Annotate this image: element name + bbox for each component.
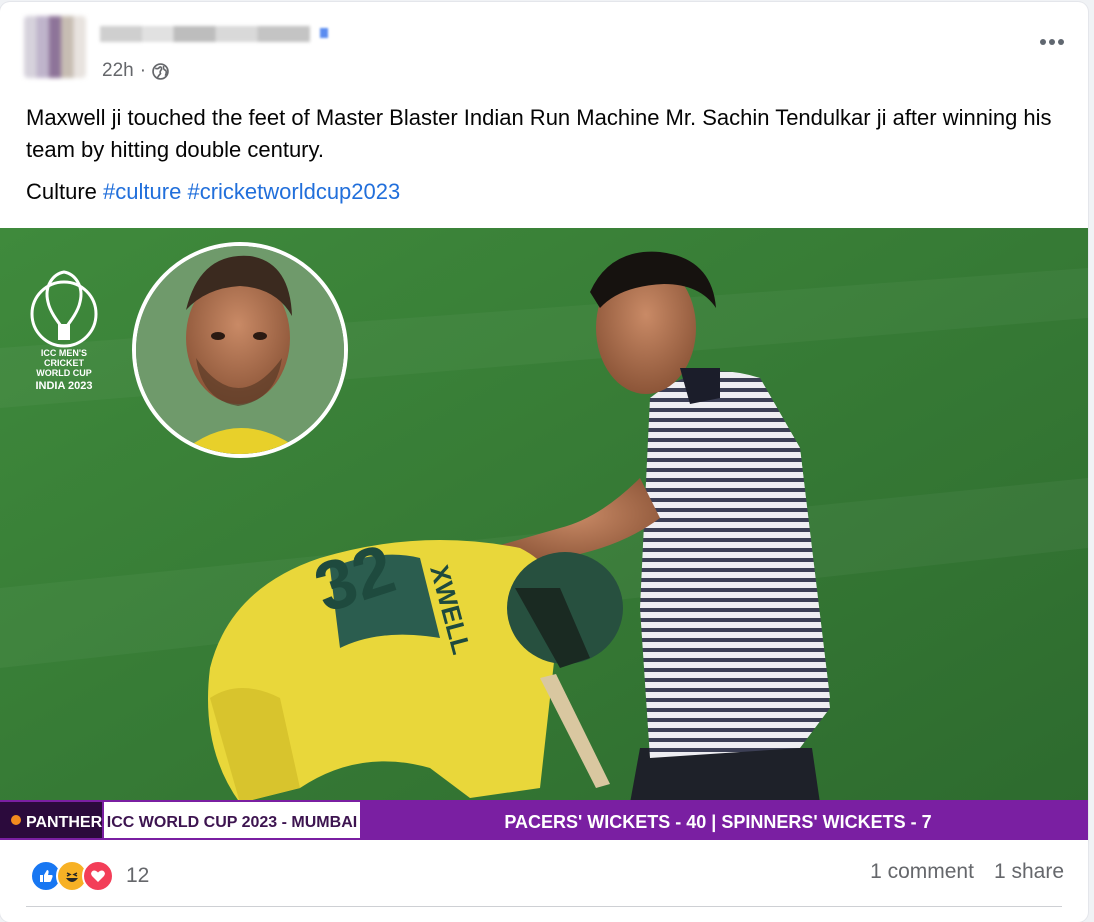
- reactions-summary[interactable]: 12: [30, 860, 149, 892]
- logo-line-2: CRICKET: [44, 358, 85, 368]
- love-icon: [82, 860, 114, 892]
- post-meta: 22h ·: [102, 60, 169, 82]
- footer-divider: [26, 906, 1062, 907]
- share-count-link[interactable]: 1 share: [994, 860, 1064, 884]
- comment-count-link[interactable]: 1 comment: [870, 860, 974, 884]
- engagement-bar: 12 1 comment 1 share: [24, 854, 1064, 894]
- ticker-stat: PACERS' WICKETS - 40 | SPINNERS' WICKETS…: [504, 812, 931, 832]
- post-header: 22h ·: [24, 16, 1064, 86]
- post-text: Maxwell ji touched the feet of Master Bl…: [26, 105, 1052, 162]
- tag-prefix: Culture: [26, 179, 97, 204]
- logo-line-1: ICC MEN'S: [41, 348, 87, 358]
- meta-separator: ·: [139, 60, 147, 81]
- ticker-sponsor: PANTHER: [26, 814, 103, 831]
- author-name-blurred-mark: [320, 28, 328, 38]
- post-timestamp[interactable]: 22h: [102, 60, 134, 82]
- ticker-title: ICC WORLD CUP 2023 - MUMBAI: [107, 814, 357, 831]
- hashtag-cricketworldcup2023[interactable]: #cricketworldcup2023: [187, 179, 400, 204]
- post-image[interactable]: ICC MEN'S CRICKET WORLD CUP INDIA 2023 3…: [0, 228, 1088, 840]
- logo-line-4: INDIA 2023: [35, 380, 92, 392]
- reaction-count[interactable]: 12: [126, 864, 149, 888]
- logo-line-3: WORLD CUP: [36, 368, 92, 378]
- hashtag-culture[interactable]: #culture: [103, 179, 181, 204]
- match-photo: ICC MEN'S CRICKET WORLD CUP INDIA 2023 3…: [0, 228, 1088, 840]
- avatar[interactable]: [24, 16, 86, 78]
- post-tags: Culture #culture #cricketworldcup2023: [26, 176, 400, 208]
- engagement-stats: 1 comment 1 share: [870, 860, 1064, 884]
- author-name-blurred[interactable]: [100, 26, 310, 42]
- globe-icon[interactable]: [152, 62, 169, 80]
- more-options-icon[interactable]: [1032, 32, 1072, 52]
- ticker-bar: PANTHER ICC WORLD CUP 2023 - MUMBAI PACE…: [0, 800, 1088, 840]
- post-card: 22h · Maxwell ji touched the feet of Mas…: [0, 2, 1088, 922]
